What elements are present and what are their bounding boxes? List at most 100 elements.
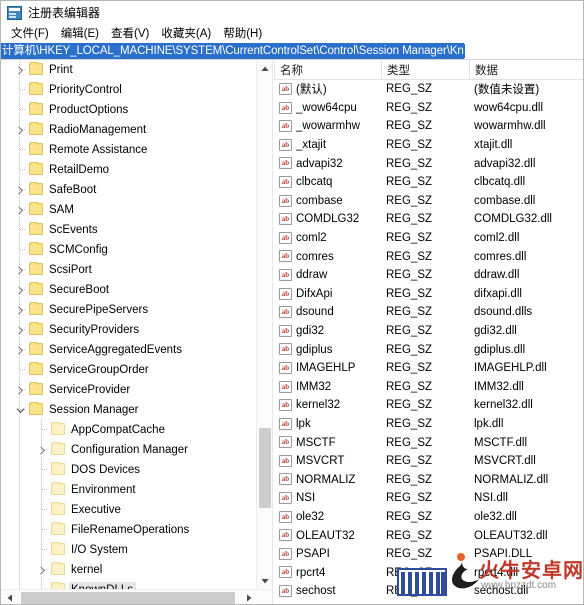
table-row[interactable]: ab PSAPI REG_SZ PSAPI.DLL (274, 545, 583, 564)
table-row[interactable]: ab coml2 REG_SZ coml2.dll (274, 229, 583, 248)
registry-tree[interactable]: Print PriorityControl ProductOptions RadioM… (1, 60, 257, 589)
chevron-right-icon[interactable] (15, 125, 25, 135)
tree-item-i-o-system[interactable]: I/O System (1, 540, 257, 560)
table-row[interactable]: ab gdi32 REG_SZ gdi32.dll (274, 322, 583, 341)
value-name: MSCTF (296, 436, 336, 449)
table-row[interactable]: ab comres REG_SZ comres.dll (274, 247, 583, 266)
string-value-icon: ab (279, 436, 292, 449)
address-field[interactable]: 计算机\HKEY_LOCAL_MACHINE\SYSTEM\CurrentCon… (1, 43, 464, 59)
scroll-down-arrow[interactable] (257, 572, 272, 589)
tree-item-securepipeservers[interactable]: SecurePipeServers (1, 300, 257, 320)
chevron-right-icon[interactable] (37, 445, 47, 455)
menu-view[interactable]: 查看(V) (106, 26, 156, 42)
tree-item-session-manager[interactable]: Session Manager (1, 400, 257, 420)
table-row[interactable]: ab rpcrt4 REG_SZ rpcrt4.dll (274, 563, 583, 582)
table-row[interactable]: ab gdiplus REG_SZ gdiplus.dll (274, 340, 583, 359)
tree-item-serviceaggregatedevents[interactable]: ServiceAggregatedEvents (1, 340, 257, 360)
table-row[interactable]: ab ole32 REG_SZ ole32.dll (274, 508, 583, 527)
folder-icon (29, 342, 43, 355)
address-bar[interactable]: 计算机\HKEY_LOCAL_MACHINE\SYSTEM\CurrentCon… (1, 43, 583, 60)
table-row[interactable]: ab clbcatq REG_SZ clbcatq.dll (274, 173, 583, 192)
tree-item-scevents[interactable]: ScEvents (1, 220, 257, 240)
chevron-right-icon[interactable] (37, 565, 47, 575)
table-row[interactable]: ab ddraw REG_SZ ddraw.dll (274, 266, 583, 285)
menu-file[interactable]: 文件(F) (6, 26, 56, 42)
table-row[interactable]: ab lpk REG_SZ lpk.dll (274, 415, 583, 434)
value-data: ddraw.dll (474, 269, 520, 282)
chevron-right-icon[interactable] (15, 385, 25, 395)
values-list[interactable]: ab (默认) REG_SZ (数值未设置) ab _wow64cpu REG_SZ wow6… (274, 80, 583, 604)
chevron-right-icon[interactable] (15, 325, 25, 335)
chevron-right-icon[interactable] (15, 285, 25, 295)
table-row[interactable]: ab (默认) REG_SZ (数值未设置) (274, 80, 583, 99)
tree-item-remote-assistance[interactable]: Remote Assistance (1, 140, 257, 160)
scroll-right-arrow[interactable] (240, 590, 257, 604)
tree-item-scsiport[interactable]: ScsiPort (1, 260, 257, 280)
chevron-down-icon[interactable] (15, 405, 25, 415)
scroll-left-arrow[interactable] (1, 590, 18, 604)
table-row[interactable]: ab advapi32 REG_SZ advapi32.dll (274, 154, 583, 173)
chevron-right-icon[interactable] (15, 205, 25, 215)
table-row[interactable]: ab MSVCRT REG_SZ MSVCRT.dll (274, 452, 583, 471)
table-row[interactable]: ab dsound REG_SZ dsound.dlls (274, 303, 583, 322)
table-row[interactable]: ab OLEAUT32 REG_SZ OLEAUT32.dll (274, 526, 583, 545)
tree-item-label: RadioManagement (49, 124, 147, 136)
tree-item-print[interactable]: Print (1, 60, 257, 80)
tree-item-safeboot[interactable]: SafeBoot (1, 180, 257, 200)
value-type: REG_SZ (386, 399, 433, 412)
tree-item-appcompatcache[interactable]: AppCompatCache (1, 420, 257, 440)
chevron-right-icon[interactable] (15, 345, 25, 355)
column-name[interactable]: 名称 (274, 60, 381, 80)
folder-icon (29, 122, 43, 135)
tree-item-retaildemo[interactable]: RetailDemo (1, 160, 257, 180)
table-row[interactable]: ab IMAGEHLP REG_SZ IMAGEHLP.dll (274, 359, 583, 378)
table-row[interactable]: ab IMM32 REG_SZ IMM32.dll (274, 378, 583, 397)
column-data[interactable]: 数据 (469, 60, 583, 80)
value-type: REG_SZ (386, 83, 433, 96)
table-row[interactable]: ab COMDLG32 REG_SZ COMDLG32.dll (274, 210, 583, 229)
table-row[interactable]: abSetupapiREG_SZ (274, 601, 583, 604)
tree-item-serviceprovider[interactable]: ServiceProvider (1, 380, 257, 400)
tree-scroll-thumb[interactable] (259, 428, 271, 508)
tree-item-kernel[interactable]: kernel (1, 560, 257, 580)
table-row[interactable]: ab sechost REG_SZ sechost.dll (274, 582, 583, 601)
tree-horizontal-scrollbar[interactable] (1, 589, 272, 604)
tree-item-servicegrouporder[interactable]: ServiceGroupOrder (1, 360, 257, 380)
tree-hscroll-thumb[interactable] (21, 592, 235, 604)
tree-item-filerenameoperations[interactable]: FileRenameOperations (1, 520, 257, 540)
menu-favorites[interactable]: 收藏夹(A) (156, 26, 218, 42)
tree-item-environment[interactable]: Environment (1, 480, 257, 500)
tree-item-radiomanagement[interactable]: RadioManagement (1, 120, 257, 140)
column-type[interactable]: 类型 (381, 60, 469, 80)
table-row[interactable]: ab _wowarmhw REG_SZ wowarmhw.dll (274, 117, 583, 136)
menu-help[interactable]: 帮助(H) (218, 26, 269, 42)
tree-item-securityproviders[interactable]: SecurityProviders (1, 320, 257, 340)
table-row[interactable]: ab combase REG_SZ combase.dll (274, 192, 583, 211)
string-value-icon: ab (279, 399, 292, 412)
tree-item-productoptions[interactable]: ProductOptions (1, 100, 257, 120)
tree-item-sam[interactable]: SAM (1, 200, 257, 220)
chevron-right-icon[interactable] (15, 65, 25, 75)
chevron-right-icon[interactable] (15, 265, 25, 275)
tree-item-knowndlls[interactable]: KnownDLLs (1, 580, 257, 589)
chevron-right-icon[interactable] (15, 185, 25, 195)
tree-item-prioritycontrol[interactable]: PriorityControl (1, 80, 257, 100)
table-row[interactable]: ab MSCTF REG_SZ MSCTF.dll (274, 433, 583, 452)
value-name: OLEAUT32 (296, 529, 355, 542)
tree-item-scmconfig[interactable]: SCMConfig (1, 240, 257, 260)
menu-edit[interactable]: 编辑(E) (56, 26, 106, 42)
tree-item-secureboot[interactable]: SecureBoot (1, 280, 257, 300)
value-type: REG_SZ (386, 101, 433, 114)
table-row[interactable]: ab kernel32 REG_SZ kernel32.dll (274, 396, 583, 415)
tree-item-dos-devices[interactable]: DOS Devices (1, 460, 257, 480)
table-row[interactable]: ab _xtajit REG_SZ xtajit.dll (274, 136, 583, 155)
tree-item-executive[interactable]: Executive (1, 500, 257, 520)
chevron-right-icon[interactable] (15, 305, 25, 315)
scroll-up-arrow[interactable] (257, 60, 272, 77)
table-row[interactable]: ab _wow64cpu REG_SZ wow64cpu.dll (274, 99, 583, 118)
table-row[interactable]: ab NSI REG_SZ NSI.dll (274, 489, 583, 508)
tree-vertical-scrollbar[interactable] (256, 60, 272, 589)
table-row[interactable]: ab NORMALIZ REG_SZ NORMALIZ.dll (274, 470, 583, 489)
tree-item-configuration-manager[interactable]: Configuration Manager (1, 440, 257, 460)
table-row[interactable]: ab DifxApi REG_SZ difxapi.dll (274, 285, 583, 304)
